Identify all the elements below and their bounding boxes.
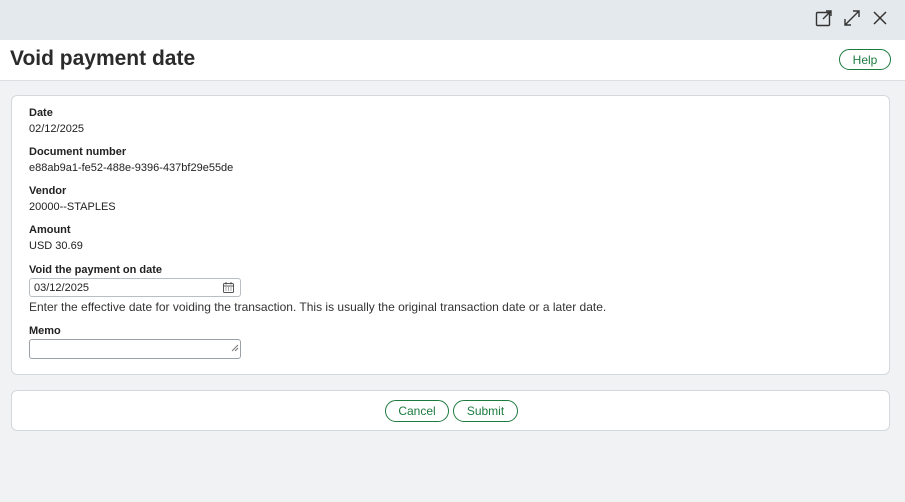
page-title: Void payment date: [10, 47, 196, 70]
document-number-label: Document number: [29, 146, 127, 158]
resize-grip-icon[interactable]: [231, 339, 239, 357]
window-toolbar: [0, 0, 905, 40]
cancel-button[interactable]: Cancel: [385, 400, 449, 422]
action-bar: Cancel Submit: [11, 390, 890, 431]
date-label: Date: [29, 107, 53, 119]
void-date-input[interactable]: 03/12/2025: [29, 278, 241, 297]
window-controls: [813, 7, 891, 29]
help-button[interactable]: Help: [839, 49, 891, 70]
amount-label: Amount: [29, 224, 71, 236]
void-date-value: 03/12/2025: [34, 282, 90, 294]
void-date-label: Void the payment on date: [29, 264, 163, 276]
close-icon[interactable]: [869, 7, 891, 29]
submit-button[interactable]: Submit: [453, 400, 518, 422]
date-field: Date 02/12/2025: [29, 107, 84, 135]
document-number-field: Document number e88ab9a1-fe52-488e-9396-…: [29, 146, 233, 174]
date-value: 02/12/2025: [29, 123, 85, 135]
memo-label-wrap: Memo: [29, 325, 61, 337]
amount-value: USD 30.69: [29, 240, 83, 252]
payment-details-card: Date 02/12/2025 Document number e88ab9a1…: [11, 95, 890, 375]
page-header: Void payment date Help: [0, 40, 905, 81]
expand-icon[interactable]: [841, 7, 863, 29]
vendor-value: 20000--STAPLES: [29, 201, 116, 213]
open-in-new-window-icon[interactable]: [813, 7, 835, 29]
vendor-label: Vendor: [29, 185, 67, 197]
memo-label: Memo: [29, 325, 61, 337]
calendar-icon[interactable]: [223, 282, 234, 296]
void-date-label-wrap: Void the payment on date: [29, 264, 162, 276]
document-number-value: e88ab9a1-fe52-488e-9396-437bf29e55de: [29, 162, 234, 174]
void-date-hint: Enter the effective date for voiding the…: [29, 300, 607, 314]
amount-field: Amount USD 30.69: [29, 224, 83, 252]
memo-textarea[interactable]: [29, 339, 241, 359]
vendor-field: Vendor 20000--STAPLES: [29, 185, 116, 213]
